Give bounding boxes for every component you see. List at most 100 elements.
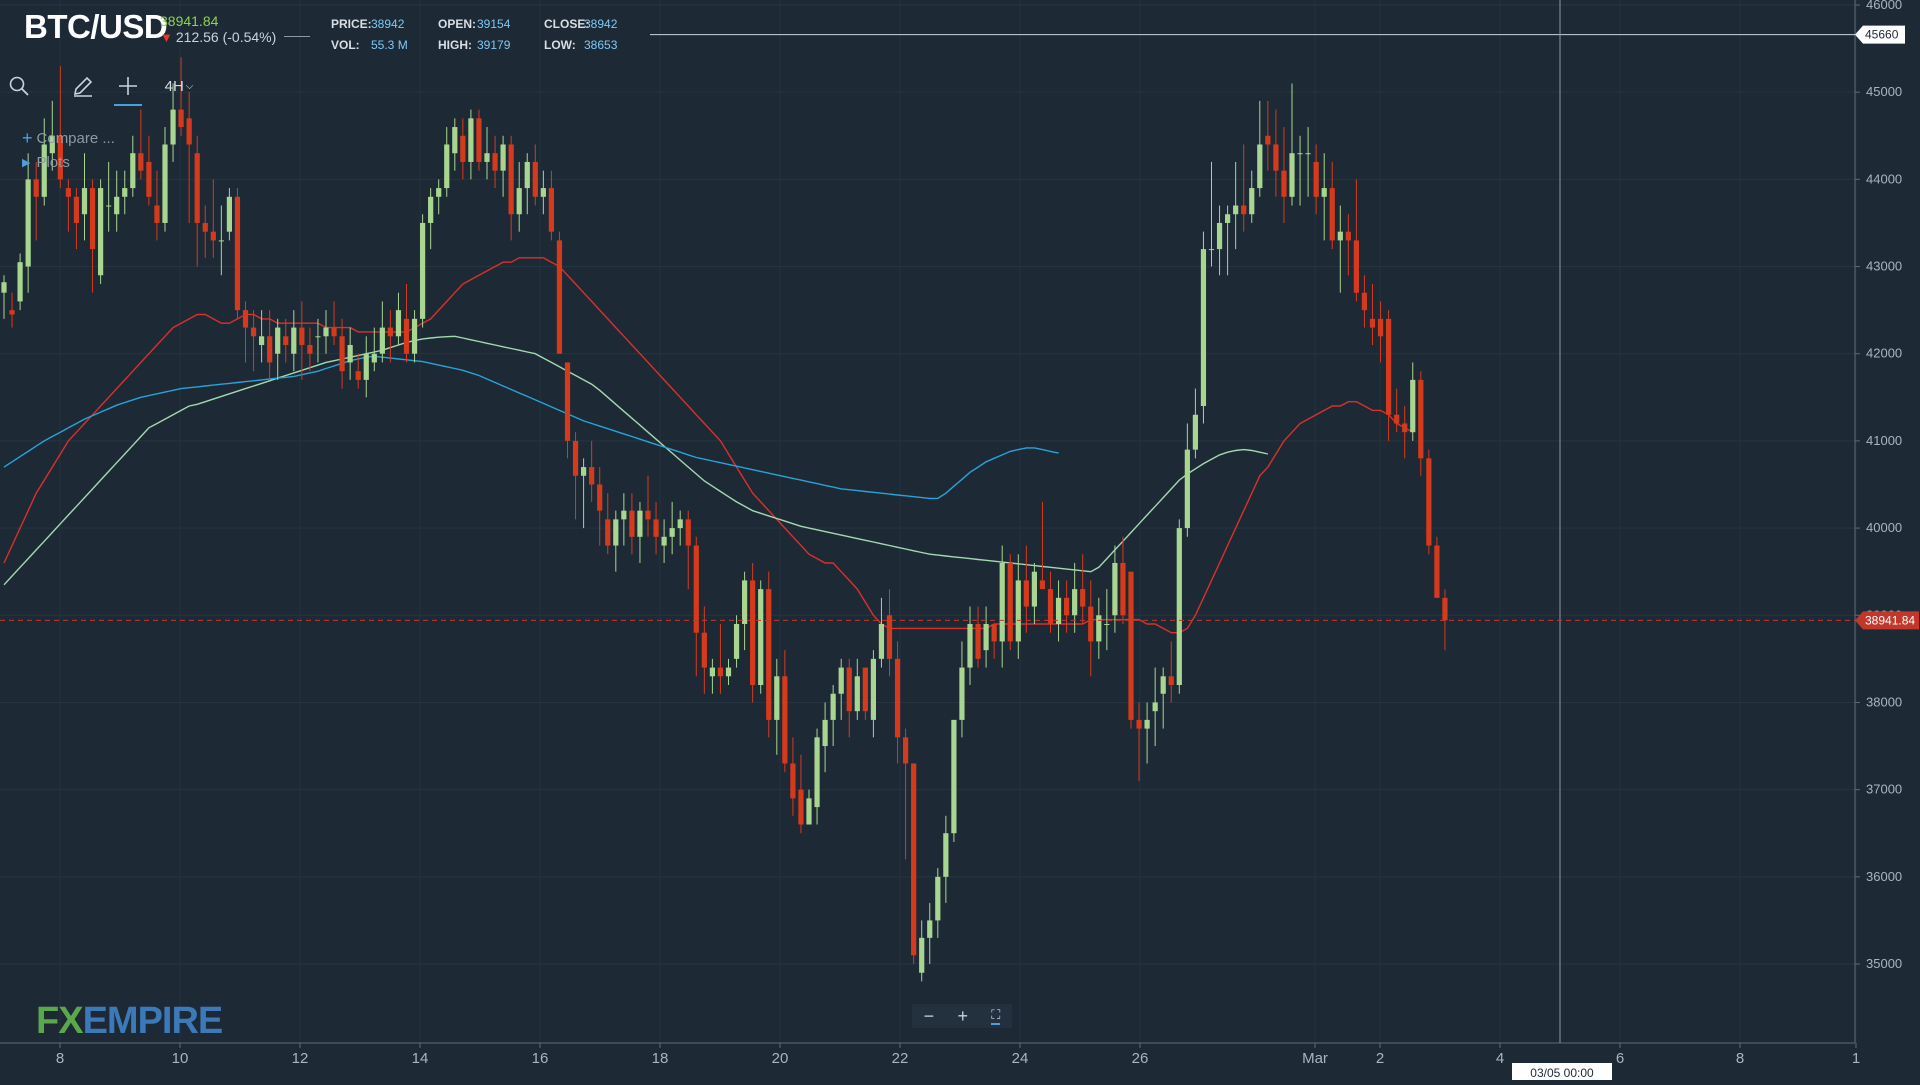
candle-down (572, 440, 579, 476)
candle-down (903, 737, 909, 764)
chart-area[interactable]: 3500036000370003800039000400004100042000… (0, 0, 1920, 1081)
candle-up (854, 676, 860, 712)
candle-up (1216, 222, 1223, 250)
crosshair-button[interactable] (110, 68, 146, 106)
candle-down (1120, 562, 1126, 616)
candle-up (130, 153, 136, 189)
candle-down (492, 153, 498, 171)
candle-up (951, 719, 957, 834)
candle-up (1015, 580, 1021, 642)
plots-link[interactable]: ▶ Plots (22, 150, 115, 174)
candle-up (452, 127, 458, 154)
candle-up (677, 519, 683, 529)
candle-up (822, 719, 828, 747)
candle-up (98, 188, 104, 276)
candle-up (1144, 719, 1150, 729)
candle-up (17, 262, 23, 302)
logo-empire: EMPIRE (82, 1000, 224, 1042)
price-chart[interactable]: 3500036000370003800039000400004100042000… (0, 0, 1920, 1081)
candle-up (114, 196, 120, 215)
candle-down (886, 615, 893, 659)
candle-down (1418, 379, 1424, 459)
x-tick-label: 4 (1496, 1050, 1504, 1067)
timeframe-select[interactable]: 4H ⌵ (156, 68, 202, 104)
candle-up (1289, 153, 1295, 197)
fullscreen-icon[interactable]: ⛶ (991, 1007, 1001, 1025)
candle-up (259, 336, 265, 346)
candle-up (1410, 379, 1416, 433)
candle-down (1369, 318, 1376, 328)
candle-down (387, 327, 393, 337)
candle-down (1273, 144, 1279, 171)
candle-up (725, 667, 732, 677)
candle-up (733, 623, 740, 659)
candle-down (73, 196, 80, 223)
x-tick-label: 8 (56, 1050, 64, 1067)
candle-up (468, 118, 474, 162)
candle-down (564, 362, 571, 441)
zoom-out-button[interactable]: − (924, 1006, 935, 1027)
candle-up (226, 196, 232, 232)
y-tick-label: 44000 (1866, 171, 1902, 186)
candle-down (1402, 423, 1408, 433)
candle-down (267, 336, 273, 363)
candle-down (1128, 571, 1134, 720)
candle-down (532, 161, 538, 197)
y-tick-label: 38000 (1866, 694, 1902, 709)
candle-down (548, 188, 554, 232)
candle-up (81, 188, 88, 215)
search-button[interactable] (2, 68, 36, 104)
candle-down (750, 580, 756, 686)
candle-down (1136, 719, 1142, 729)
y-tick-label: 43000 (1866, 259, 1902, 274)
x-tick-label: 8 (1736, 1050, 1744, 1067)
y-tick-label: 40000 (1866, 520, 1902, 535)
y-tick-label: 37000 (1866, 782, 1902, 797)
candle-up (540, 188, 546, 197)
candle-down (1353, 240, 1359, 293)
high-value: 39179 (477, 38, 511, 52)
candle-down (589, 467, 595, 485)
candle-down (717, 667, 724, 677)
candle-down (1329, 188, 1335, 241)
candle-up (347, 345, 353, 363)
x-tick-label: 20 (772, 1050, 789, 1067)
compare-link[interactable]: + Compare ... (22, 126, 115, 150)
candle-down (210, 231, 216, 241)
x-tick-label: 10 (172, 1050, 189, 1067)
candle-up (774, 676, 780, 720)
candle-up (581, 467, 587, 476)
candle-up (218, 240, 224, 242)
candle-up (1, 282, 7, 293)
plots-label: Plots (36, 153, 70, 171)
close-value: 38942 (584, 17, 618, 31)
candle-up (661, 536, 667, 546)
candle-down (605, 519, 611, 546)
candle-down (894, 658, 901, 738)
last-price: 38941.84 (160, 13, 219, 29)
candle-down (202, 222, 208, 232)
candle-up (935, 876, 941, 921)
candle-down (862, 667, 868, 712)
draw-button[interactable] (66, 68, 100, 104)
candle-up (484, 153, 490, 162)
candle-down (307, 345, 313, 354)
candle-up (411, 318, 418, 354)
zoom-in-button[interactable]: + (957, 1006, 968, 1027)
candle-down (1361, 292, 1368, 311)
symbol-title: BTC/USD (24, 8, 168, 45)
y-tick-label: 46000 (1866, 0, 1902, 12)
candle-up (1152, 702, 1158, 712)
candle-down (178, 109, 184, 128)
candle-up (621, 510, 627, 520)
y-tick-label: 36000 (1866, 869, 1902, 884)
current-price-label: 38941.84 (1865, 613, 1915, 627)
candle-down (476, 118, 482, 162)
vol-value: 55.3 M (371, 38, 408, 52)
plus-icon: + (22, 127, 33, 148)
candle-down (556, 240, 563, 354)
candle-down (234, 196, 241, 311)
candle-up (919, 937, 925, 973)
down-arrow-icon: ▼ (160, 30, 173, 45)
candle-up (395, 310, 402, 337)
